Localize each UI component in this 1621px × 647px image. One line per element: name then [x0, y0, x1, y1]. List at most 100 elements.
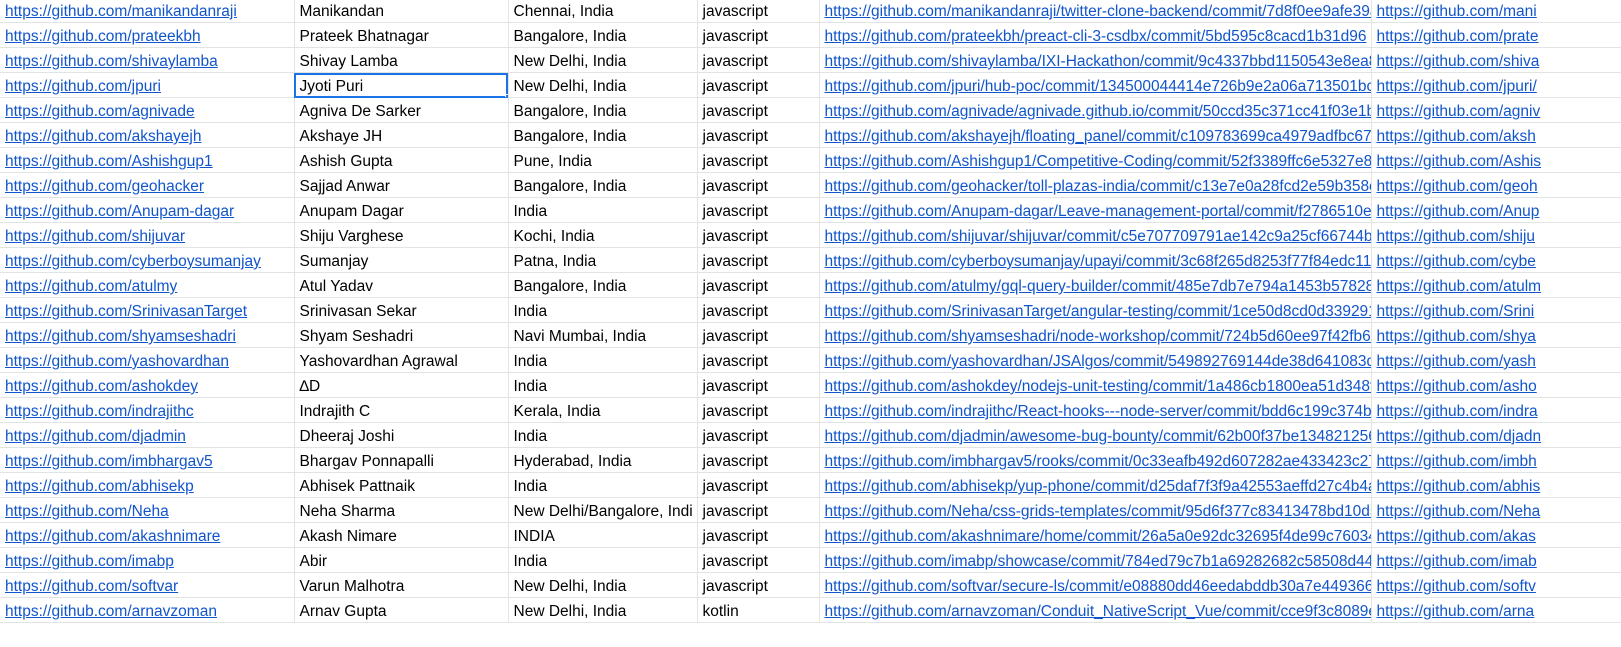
location-cell[interactable]: New Delhi, India [508, 72, 698, 98]
language-cell[interactable]: javascript [697, 272, 820, 298]
profile-url-cell[interactable]: https://github.com/Ashishgup1 [0, 147, 295, 173]
profile-url-cell[interactable]: https://github.com/abhisekp [0, 472, 295, 498]
name-cell[interactable]: Ashish Gupta [294, 147, 509, 173]
profile-url-repeat-cell[interactable]: https://github.com/softv [1371, 572, 1621, 598]
name-cell[interactable]: Manikandan [294, 0, 509, 23]
location-cell[interactable]: Kerala, India [508, 397, 698, 423]
location-cell[interactable]: Patna, India [508, 247, 698, 273]
profile-url-cell[interactable]: https://github.com/imbhargav5 [0, 447, 295, 473]
profile-url-cell[interactable]: https://github.com/Neha [0, 497, 295, 523]
commit-url-cell[interactable]: https://github.com/SrinivasanTarget/angu… [819, 297, 1372, 323]
language-cell[interactable]: javascript [697, 172, 820, 198]
language-cell[interactable]: javascript [697, 322, 820, 348]
profile-url-cell[interactable]: https://github.com/geohacker [0, 172, 295, 198]
language-cell[interactable]: javascript [697, 347, 820, 373]
location-cell[interactable]: India [508, 297, 698, 323]
location-cell[interactable]: INDIA [508, 522, 698, 548]
profile-url-cell[interactable]: https://github.com/akshayejh [0, 122, 295, 148]
language-cell[interactable]: javascript [697, 47, 820, 73]
name-cell[interactable]: Sajjad Anwar [294, 172, 509, 198]
location-cell[interactable]: India [508, 422, 698, 448]
profile-url-repeat-cell[interactable]: https://github.com/Srini [1371, 297, 1621, 323]
language-cell[interactable]: javascript [697, 372, 820, 398]
language-cell[interactable]: javascript [697, 447, 820, 473]
profile-url-cell[interactable]: https://github.com/shyamseshadri [0, 322, 295, 348]
location-cell[interactable]: India [508, 347, 698, 373]
name-cell[interactable]: Atul Yadav [294, 272, 509, 298]
commit-url-cell[interactable]: https://github.com/shyamseshadri/node-wo… [819, 322, 1372, 348]
location-cell[interactable]: India [508, 372, 698, 398]
profile-url-cell[interactable]: https://github.com/djadmin [0, 422, 295, 448]
commit-url-cell[interactable]: https://github.com/yashovardhan/JSAlgos/… [819, 347, 1372, 373]
profile-url-repeat-cell[interactable]: https://github.com/imab [1371, 547, 1621, 573]
name-cell[interactable]: Bhargav Ponnapalli [294, 447, 509, 473]
location-cell[interactable]: Pune, India [508, 147, 698, 173]
commit-url-cell[interactable]: https://github.com/indrajithc/React-hook… [819, 397, 1372, 423]
profile-url-repeat-cell[interactable]: https://github.com/prate [1371, 22, 1621, 48]
name-cell[interactable]: Shiju Varghese [294, 222, 509, 248]
commit-url-cell[interactable]: https://github.com/djadmin/awesome-bug-b… [819, 422, 1372, 448]
commit-url-cell[interactable]: https://github.com/akashnimare/home/comm… [819, 522, 1372, 548]
language-cell[interactable]: javascript [697, 472, 820, 498]
profile-url-repeat-cell[interactable]: https://github.com/geoh [1371, 172, 1621, 198]
location-cell[interactable]: Kochi, India [508, 222, 698, 248]
commit-url-cell[interactable]: https://github.com/shijuvar/shijuvar/com… [819, 222, 1372, 248]
location-cell[interactable]: New Delhi/Bangalore, Indi [508, 497, 698, 523]
commit-url-cell[interactable]: https://github.com/agnivade/agnivade.git… [819, 97, 1372, 123]
name-cell[interactable]: Prateek Bhatnagar [294, 22, 509, 48]
name-cell[interactable]: Indrajith C [294, 397, 509, 423]
language-cell[interactable]: javascript [697, 147, 820, 173]
commit-url-cell[interactable]: https://github.com/akshayejh/floating_pa… [819, 122, 1372, 148]
commit-url-cell[interactable]: https://github.com/Neha/css-grids-templa… [819, 497, 1372, 523]
profile-url-repeat-cell[interactable]: https://github.com/yash [1371, 347, 1621, 373]
location-cell[interactable]: New Delhi, India [508, 597, 698, 623]
profile-url-cell[interactable]: https://github.com/shivaylamba [0, 47, 295, 73]
location-cell[interactable]: Bangalore, India [508, 22, 698, 48]
profile-url-repeat-cell[interactable]: https://github.com/Neha [1371, 497, 1621, 523]
commit-url-cell[interactable]: https://github.com/cyberboysumanjay/upay… [819, 247, 1372, 273]
profile-url-repeat-cell[interactable]: https://github.com/shya [1371, 322, 1621, 348]
language-cell[interactable]: javascript [697, 547, 820, 573]
profile-url-cell[interactable]: https://github.com/jpuri [0, 72, 295, 98]
language-cell[interactable]: javascript [697, 97, 820, 123]
profile-url-cell[interactable]: https://github.com/ashokdey [0, 372, 295, 398]
fill-handle[interactable] [504, 94, 507, 97]
profile-url-cell[interactable]: https://github.com/yashovardhan [0, 347, 295, 373]
profile-url-cell[interactable]: https://github.com/SrinivasanTarget [0, 297, 295, 323]
profile-url-cell[interactable]: https://github.com/indrajithc [0, 397, 295, 423]
profile-url-repeat-cell[interactable]: https://github.com/imbh [1371, 447, 1621, 473]
name-cell[interactable]: Anupam Dagar [294, 197, 509, 223]
name-cell[interactable]: Sumanjay [294, 247, 509, 273]
language-cell[interactable]: javascript [697, 297, 820, 323]
name-cell[interactable]: Akash Nimare [294, 522, 509, 548]
profile-url-repeat-cell[interactable]: https://github.com/arna [1371, 597, 1621, 623]
location-cell[interactable]: Bangalore, India [508, 122, 698, 148]
commit-url-cell[interactable]: https://github.com/shivaylamba/IXI-Hacka… [819, 47, 1372, 73]
commit-url-cell[interactable]: https://github.com/imabp/showcase/commit… [819, 547, 1372, 573]
location-cell[interactable]: Navi Mumbai, India [508, 322, 698, 348]
language-cell[interactable]: javascript [697, 497, 820, 523]
commit-url-cell[interactable]: https://github.com/jpuri/hub-poc/commit/… [819, 72, 1372, 98]
name-cell[interactable]: Dheeraj Joshi [294, 422, 509, 448]
profile-url-cell[interactable]: https://github.com/cyberboysumanjay [0, 247, 295, 273]
profile-url-repeat-cell[interactable]: https://github.com/shiju [1371, 222, 1621, 248]
location-cell[interactable]: Bangalore, India [508, 172, 698, 198]
name-cell[interactable]: Agniva De Sarker [294, 97, 509, 123]
profile-url-cell[interactable]: https://github.com/arnavzoman [0, 597, 295, 623]
commit-url-cell[interactable]: https://github.com/manikandanraji/twitte… [819, 0, 1372, 23]
language-cell[interactable]: javascript [697, 197, 820, 223]
name-cell[interactable]: Shyam Seshadri [294, 322, 509, 348]
profile-url-cell[interactable]: https://github.com/atulmy [0, 272, 295, 298]
name-cell[interactable]: Yashovardhan Agrawal [294, 347, 509, 373]
language-cell[interactable]: javascript [697, 72, 820, 98]
name-cell[interactable]: Abhisek Pattnaik [294, 472, 509, 498]
profile-url-repeat-cell[interactable]: https://github.com/jpuri/ [1371, 72, 1621, 98]
commit-url-cell[interactable]: https://github.com/abhisekp/yup-phone/co… [819, 472, 1372, 498]
profile-url-cell[interactable]: https://github.com/imabp [0, 547, 295, 573]
name-cell[interactable]: ∆D [294, 372, 509, 398]
location-cell[interactable]: New Delhi, India [508, 47, 698, 73]
language-cell[interactable]: javascript [697, 122, 820, 148]
profile-url-repeat-cell[interactable]: https://github.com/agniv [1371, 97, 1621, 123]
location-cell[interactable]: Bangalore, India [508, 272, 698, 298]
profile-url-repeat-cell[interactable]: https://github.com/akas [1371, 522, 1621, 548]
